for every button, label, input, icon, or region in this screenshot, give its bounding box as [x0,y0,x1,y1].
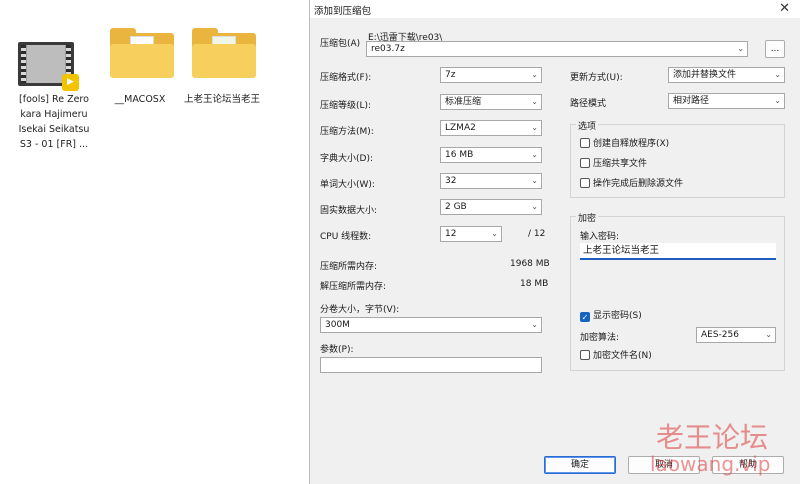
chevron-down-icon: ⌄ [765,330,772,339]
mem-decomp-value: 18 MB [520,279,549,289]
file-item-folder[interactable]: 上老王论坛当老王 [180,22,264,107]
mem-decomp-label: 解压缩所需内存: [320,282,387,292]
add-to-archive-dialog: 添加到压缩包 ✕ 压缩包(A) E:\迅雷下载\re03\ re03.7z ⌄ … [309,0,800,484]
dialog-title: 添加到压缩包 [314,6,372,17]
checkbox-box [580,158,590,168]
format-select[interactable]: 7z ⌄ [440,67,542,83]
cpu-value: 12 [445,229,457,239]
method-value: LZMA2 [445,123,476,133]
folder-icon [98,22,182,80]
delete-label: 操作完成后删除源文件 [593,179,684,189]
chevron-down-icon: ⌄ [531,176,538,185]
path-label: 路径模式 [570,99,607,109]
split-label: 分卷大小，字节(V): [320,305,400,315]
solid-label: 固实数据大小: [320,206,378,216]
password-input[interactable]: 上老王论坛当老王 [580,243,776,260]
archive-label: 压缩包(A) [320,39,361,49]
options-title: 选项 [576,119,599,132]
video-file-icon: ▶ [12,22,96,91]
show-password-label: 显示密码(S) [593,311,642,321]
enc-method-select[interactable]: AES-256 ⌄ [696,327,776,343]
close-icon[interactable]: ✕ [779,1,790,16]
cpu-total: / 12 [528,229,546,239]
folder-icon [180,22,264,80]
method-label: 压缩方法(M): [320,127,374,137]
split-select[interactable]: 300M ⌄ [320,317,542,333]
cpu-label: CPU 线程数: [320,232,372,242]
chevron-down-icon: ⌄ [774,70,781,79]
update-value: 添加并替换文件 [673,70,737,80]
password-label: 输入密码: [580,232,620,242]
format-label: 压缩格式(F): [320,73,372,83]
chevron-down-icon: ⌄ [531,150,538,159]
dict-value: 16 MB [445,150,474,160]
sfx-checkbox[interactable]: 创建自释放程序(X) [580,138,669,150]
shared-label: 压缩共享文件 [593,159,648,169]
player-badge-icon: ▶ [62,74,79,91]
chevron-down-icon: ⌄ [774,96,781,105]
checkbox-box [580,350,590,360]
level-label: 压缩等级(L): [320,101,372,111]
archive-name-combo[interactable]: re03.7z ⌄ [366,41,748,57]
word-select[interactable]: 32 ⌄ [440,173,542,189]
file-explorer: ▶ [fools] Re Zero kara Hajimeru Isekai S… [0,0,310,484]
cpu-select[interactable]: 12 ⌄ [440,226,502,242]
check-icon: ✓ [580,312,590,322]
level-value: 标准压缩 [445,97,482,107]
enc-method-label: 加密算法: [580,333,620,343]
chevron-down-icon: ⌄ [531,123,538,132]
word-label: 单词大小(W): [320,180,375,190]
delete-checkbox[interactable]: 操作完成后删除源文件 [580,178,683,190]
show-password-checkbox[interactable]: ✓ 显示密码(S) [580,310,642,322]
shared-checkbox[interactable]: 压缩共享文件 [580,158,647,170]
chevron-down-icon: ⌄ [737,44,744,53]
mem-comp-label: 压缩所需内存: [320,262,378,272]
chevron-down-icon: ⌄ [491,229,498,238]
chevron-down-icon: ⌄ [531,320,538,329]
archive-name-value: re03.7z [371,44,405,54]
chevron-down-icon: ⌄ [531,70,538,79]
enc-method-value: AES-256 [701,330,739,340]
update-select[interactable]: 添加并替换文件 ⌄ [668,67,785,83]
split-value: 300M [325,320,350,330]
encrypt-title: 加密 [576,211,599,224]
file-name: [fools] Re Zero kara Hajimeru Isekai Sei… [18,94,90,150]
browse-button[interactable]: ... [765,40,785,58]
file-name: 上老王论坛当老王 [183,94,260,105]
format-value: 7z [445,70,456,80]
dict-label: 字典大小(D): [320,154,373,164]
dict-select[interactable]: 16 MB ⌄ [440,147,542,163]
level-select[interactable]: 标准压缩 ⌄ [440,94,542,110]
sfx-label: 创建自释放程序(X) [593,139,670,149]
method-select[interactable]: LZMA2 ⌄ [440,120,542,136]
watermark-line2: laowang.vip [650,452,771,476]
watermark-line1: 老王论坛 [656,421,769,454]
solid-select[interactable]: 2 GB ⌄ [440,199,542,215]
update-label: 更新方式(U): [570,73,623,83]
checkbox-box [580,178,590,188]
solid-value: 2 GB [445,202,467,212]
params-label: 参数(P): [320,345,354,355]
encrypt-names-checkbox[interactable]: 加密文件名(N) [580,350,652,362]
file-item-video[interactable]: ▶ [fools] Re Zero kara Hajimeru Isekai S… [12,22,96,152]
encrypt-names-label: 加密文件名(N) [593,351,652,361]
mem-comp-value: 1968 MB [510,259,550,269]
file-item-macosx[interactable]: __MACOSX [98,22,182,107]
checkbox-box [580,138,590,148]
file-name: __MACOSX [114,94,166,105]
chevron-down-icon: ⌄ [531,202,538,211]
ok-button[interactable]: 确定 [544,456,616,474]
path-select[interactable]: 相对路径 ⌄ [668,93,785,109]
chevron-down-icon: ⌄ [531,97,538,106]
path-value: 相对路径 [673,96,710,106]
params-input[interactable] [320,357,542,373]
titlebar: 添加到压缩包 ✕ [310,0,800,18]
word-value: 32 [445,176,457,186]
